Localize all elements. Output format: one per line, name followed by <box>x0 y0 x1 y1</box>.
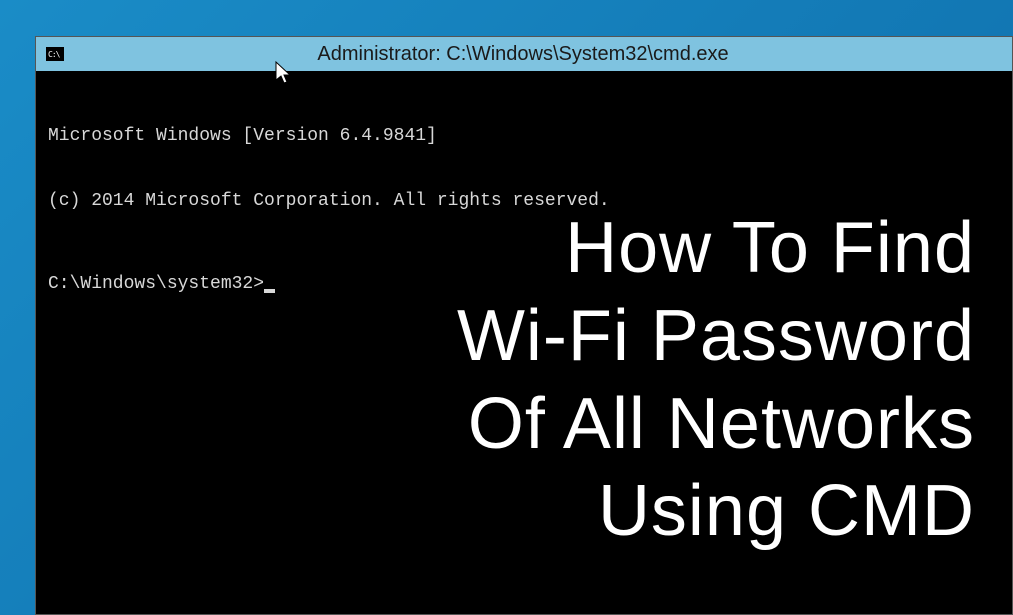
headline-line-4: Using CMD <box>457 468 975 556</box>
headline-line-1: How To Find <box>457 205 975 293</box>
version-line: Microsoft Windows [Version 6.4.9841] <box>48 126 1000 148</box>
prompt-text: C:\Windows\system32> <box>48 274 264 294</box>
headline-line-3: Of All Networks <box>457 381 975 469</box>
title-bar[interactable]: Administrator: C:\Windows\System32\cmd.e… <box>36 37 1012 71</box>
cursor-icon <box>264 289 275 293</box>
headline-line-2: Wi-Fi Password <box>457 293 975 381</box>
headline-overlay: How To Find Wi-Fi Password Of All Networ… <box>457 205 975 556</box>
window-title: Administrator: C:\Windows\System32\cmd.e… <box>74 43 1002 66</box>
cmd-icon <box>46 47 64 61</box>
